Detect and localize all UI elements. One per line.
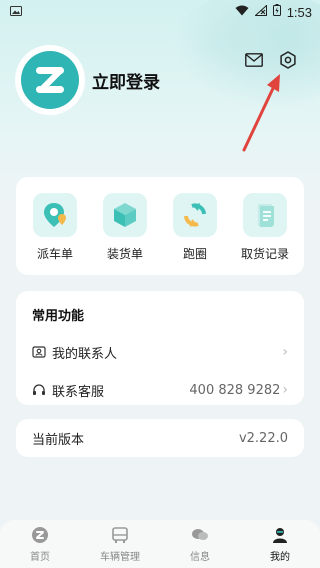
contacts-row[interactable]: 我的联系人 › <box>32 336 288 368</box>
tab-home[interactable]: 首页 <box>5 525 75 563</box>
service-row-right: 400 828 9282 › <box>189 382 288 398</box>
status-time: 1:53 <box>286 4 312 20</box>
quick-action-loop[interactable]: 跑圈 <box>163 193 227 275</box>
headset-icon <box>33 384 45 395</box>
tab-label: 首页 <box>30 552 50 563</box>
login-link[interactable]: 立即登录 <box>92 68 160 93</box>
document-icon <box>243 193 287 237</box>
tab-label: 信息 <box>190 552 210 563</box>
settings-gear-icon[interactable] <box>278 50 298 70</box>
bus-icon <box>110 525 130 545</box>
wifi-icon <box>235 5 249 20</box>
tab-profile[interactable]: 我的 <box>245 525 315 563</box>
status-left <box>10 5 22 20</box>
tab-messages[interactable]: 信息 <box>165 525 235 563</box>
chevron-right-icon: › <box>282 382 288 398</box>
annotation-arrow <box>242 74 280 152</box>
tab-label: 车辆管理 <box>100 552 140 563</box>
chevron-right-icon: › <box>282 344 288 360</box>
version-card[interactable]: 当前版本 v2.22.0 <box>16 419 304 457</box>
contacts-row-right: › <box>280 344 288 360</box>
contacts-icon <box>32 346 46 358</box>
version-value: v2.22.0 <box>238 430 288 446</box>
section-title: 常用功能 <box>32 309 85 324</box>
map-pin-icon <box>33 193 77 237</box>
home-icon <box>30 525 50 545</box>
quick-action-pickup-records[interactable]: 取货记录 <box>233 193 297 275</box>
quick-action-loading[interactable]: 装货单 <box>93 193 157 275</box>
profile-section[interactable]: 立即登录 <box>18 48 160 112</box>
chat-icon <box>190 525 210 545</box>
app-logo-icon <box>21 51 79 109</box>
service-label: 联系客服 <box>52 384 105 400</box>
header-actions <box>244 50 298 70</box>
tab-vehicle-management[interactable]: 车辆管理 <box>85 525 155 563</box>
quick-action-label: 派车单 <box>36 247 73 261</box>
box-icon <box>103 193 147 237</box>
user-icon <box>270 525 290 545</box>
quick-actions-card: 派车单 装货单 跑圈 取货记录 <box>16 177 304 275</box>
quick-action-label: 装货单 <box>106 247 143 261</box>
image-notification-icon <box>10 5 22 20</box>
battery-icon <box>272 4 281 20</box>
service-phone: 400 828 9282 <box>189 382 281 398</box>
no-signal-icon <box>253 3 267 20</box>
mail-icon[interactable] <box>244 50 264 70</box>
avatar[interactable] <box>18 48 82 112</box>
common-functions-card: 常用功能 我的联系人 › 联系客服 400 828 9282 › <box>16 291 304 405</box>
refresh-icon <box>173 193 217 237</box>
quick-action-label: 跑圈 <box>182 247 207 261</box>
version-label: 当前版本 <box>32 432 85 448</box>
contacts-label: 我的联系人 <box>52 346 118 362</box>
status-bar: 1:53 <box>0 0 320 24</box>
tab-label: 我的 <box>270 552 290 563</box>
customer-service-row[interactable]: 联系客服 400 828 9282 › <box>32 374 288 406</box>
quick-action-dispatch[interactable]: 派车单 <box>23 193 87 275</box>
status-right: 1:53 <box>235 3 312 20</box>
quick-action-label: 取货记录 <box>240 247 289 261</box>
bottom-tab-bar: 首页 车辆管理 信息 我的 <box>0 520 320 568</box>
contacts-row-left: 我的联系人 <box>32 343 117 362</box>
service-row-left: 联系客服 <box>32 381 104 400</box>
